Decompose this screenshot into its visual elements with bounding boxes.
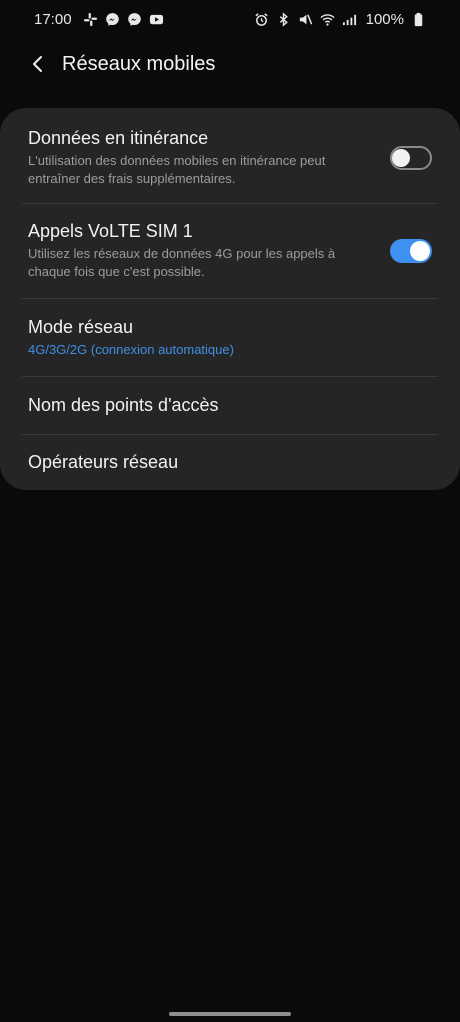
status-right: 100% bbox=[254, 11, 426, 28]
youtube-icon bbox=[149, 12, 164, 27]
mute-icon bbox=[298, 12, 313, 27]
toggle-knob bbox=[410, 240, 430, 261]
roaming-toggle[interactable] bbox=[390, 145, 432, 170]
operators-text: Opérateurs réseau bbox=[28, 451, 432, 473]
network-mode-row[interactable]: Mode réseau 4G/3G/2G (connexion automati… bbox=[0, 298, 460, 376]
alarm-icon bbox=[254, 12, 269, 27]
wifi-icon bbox=[320, 12, 335, 27]
operators-title: Opérateurs réseau bbox=[28, 452, 179, 472]
roaming-subtitle: L'utilisation des données mobiles en iti… bbox=[28, 153, 326, 186]
network-mode-title: Mode réseau bbox=[28, 316, 134, 337]
navigation-gesture-handle[interactable] bbox=[169, 1012, 291, 1016]
chevron-left-icon bbox=[33, 56, 42, 72]
bluetooth-icon bbox=[276, 11, 291, 27]
battery-icon bbox=[411, 12, 426, 27]
volte-text: Appels VoLTE SIM 1 Utilisez les réseaux … bbox=[28, 220, 372, 281]
status-left: 17:00 bbox=[34, 11, 164, 28]
signal-icon bbox=[342, 12, 357, 27]
page-title: Réseaux mobiles bbox=[62, 52, 216, 75]
volte-setting-row[interactable]: Appels VoLTE SIM 1 Utilisez les réseaux … bbox=[0, 203, 460, 298]
network-operators-row[interactable]: Opérateurs réseau bbox=[0, 434, 460, 490]
back-button[interactable] bbox=[18, 44, 58, 84]
toggle-knob bbox=[392, 148, 410, 167]
network-mode-value: 4G/3G/2G (connexion automatique) bbox=[28, 341, 234, 357]
apn-text: Nom des points d'accès bbox=[28, 394, 432, 416]
roaming-title: Données en itinérance bbox=[28, 128, 209, 148]
battery-percentage: 100% bbox=[365, 10, 404, 28]
settings-card: Données en itinérance L'utilisation des … bbox=[0, 108, 460, 490]
apn-title: Nom des points d'accès bbox=[28, 395, 219, 415]
roaming-setting-row[interactable]: Données en itinérance L'utilisation des … bbox=[0, 108, 460, 203]
roaming-text: Données en itinérance L'utilisation des … bbox=[28, 127, 372, 188]
volte-title: Appels VoLTE SIM 1 bbox=[28, 221, 193, 241]
slack-icon bbox=[83, 12, 98, 27]
app-header: Réseaux mobiles bbox=[0, 44, 460, 84]
messenger-icon bbox=[105, 12, 120, 27]
status-bar: 17:00 100% bbox=[0, 0, 460, 38]
status-time: 17:00 bbox=[34, 10, 72, 28]
apn-row[interactable]: Nom des points d'accès bbox=[0, 376, 460, 434]
volte-subtitle: Utilisez les réseaux de données 4G pour … bbox=[28, 246, 336, 279]
volte-toggle[interactable] bbox=[390, 238, 432, 263]
network-mode-text: Mode réseau 4G/3G/2G (connexion automati… bbox=[28, 316, 432, 359]
messenger-icon bbox=[127, 12, 142, 27]
